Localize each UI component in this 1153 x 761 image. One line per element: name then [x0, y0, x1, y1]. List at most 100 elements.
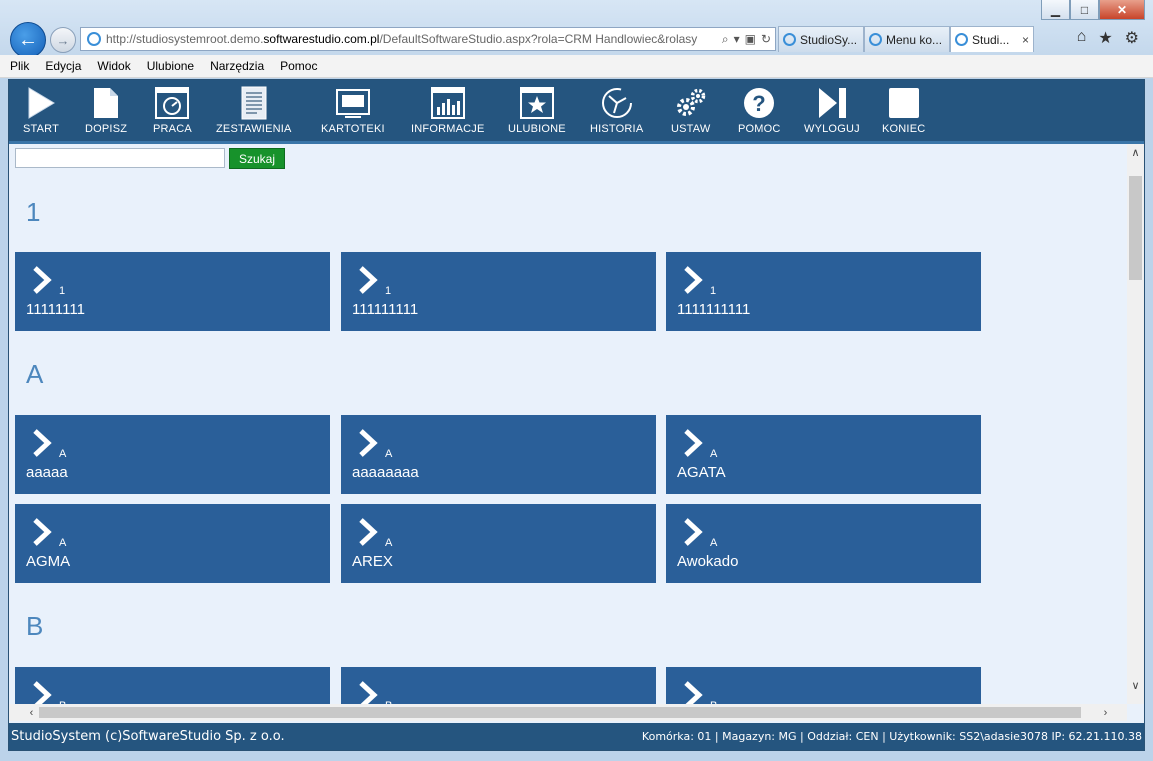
menu-edycja[interactable]: Edycja	[45, 59, 81, 73]
refresh-icon[interactable]: ↻	[761, 32, 771, 47]
skip-icon	[815, 86, 849, 120]
gears-icon	[674, 86, 708, 120]
menu-narzedzia[interactable]: Narzędzia	[210, 59, 264, 73]
tile[interactable]: A AGATA	[666, 415, 981, 494]
minimize-button[interactable]: ▁	[1041, 0, 1070, 20]
arrow-left-icon: ←	[18, 28, 38, 51]
back-button[interactable]: ←	[10, 22, 46, 58]
toolbar-label: POMOC	[738, 123, 781, 135]
tile[interactable]: A AGMA	[15, 504, 330, 583]
menu-plik[interactable]: Plik	[10, 59, 29, 73]
play-icon	[24, 86, 58, 120]
toolbar-ulubione[interactable]: ULUBIONE	[508, 86, 566, 135]
search-input[interactable]	[15, 148, 225, 168]
browser-tab-active[interactable]: Studi... ×	[950, 26, 1034, 52]
maximize-button[interactable]: □	[1070, 0, 1099, 20]
toolbar-praca[interactable]: PRACA	[153, 86, 192, 135]
tile[interactable]: A Awokado	[666, 504, 981, 583]
menu-pomoc[interactable]: Pomoc	[280, 59, 317, 73]
toolbar-wyloguj[interactable]: WYLOGUJ	[804, 86, 860, 135]
menu-bar: Plik Edycja Widok Ulubione Narzędzia Pom…	[0, 55, 1153, 78]
chevron-right-icon	[359, 266, 378, 294]
tile-letter: A	[710, 537, 718, 549]
tile-letter: A	[59, 537, 67, 549]
horizontal-scrollbar[interactable]: ‹ ›	[9, 704, 1127, 721]
toolbar-kartoteki[interactable]: KARTOTEKI	[321, 86, 385, 135]
scroll-thumb[interactable]	[39, 707, 1081, 718]
tile[interactable]: B	[666, 667, 981, 704]
chevron-right-icon	[33, 266, 52, 294]
monitor-icon	[335, 86, 370, 120]
tile[interactable]: B	[341, 667, 656, 704]
browser-tab[interactable]: StudioSy...	[778, 26, 864, 52]
tile[interactable]: 1 11111111	[15, 252, 330, 331]
browser-tools: ⌂ ★ ⚙	[1077, 28, 1139, 48]
scroll-up-icon[interactable]: ∧	[1127, 144, 1144, 161]
tile-name: aaaaaaaa	[352, 464, 419, 481]
chevron-right-icon	[359, 429, 378, 457]
tile-letter: 1	[710, 285, 717, 297]
url-path: /DefaultSoftwareStudio.aspx?rola=CRM Han…	[379, 32, 698, 46]
vertical-scrollbar[interactable]: ∧ ∨	[1127, 144, 1144, 704]
menu-widok[interactable]: Widok	[97, 59, 130, 73]
home-icon[interactable]: ⌂	[1077, 28, 1087, 48]
menu-ulubione[interactable]: Ulubione	[147, 59, 194, 73]
search-icon[interactable]: ⌕	[722, 32, 729, 47]
tile-name: AGATA	[677, 464, 726, 481]
tile-letter: A	[59, 448, 67, 460]
url-text[interactable]: http://studiosystemroot.demo.softwarestu…	[106, 32, 718, 46]
browser-chrome: ▁ □ ✕ ← → http://studiosystemroot.demo.s…	[0, 0, 1153, 58]
tab-label: Studi...	[972, 32, 1010, 47]
tile-letter: 1	[385, 285, 392, 297]
close-window-button[interactable]: ✕	[1099, 0, 1145, 20]
toolbar-informacje[interactable]: INFORMACJE	[411, 86, 485, 135]
compat-icon[interactable]: ▣	[745, 32, 756, 47]
group-heading-1: 1	[26, 197, 41, 227]
tile[interactable]: A aaaaaaaa	[341, 415, 656, 494]
forward-button[interactable]: →	[50, 27, 76, 53]
search-button[interactable]: Szukaj	[229, 148, 285, 169]
tile-letter: A	[710, 448, 718, 460]
toolbar-label: START	[23, 123, 60, 135]
tab-label: StudioSy...	[800, 32, 858, 47]
toolbar-start[interactable]: START	[23, 86, 59, 135]
tile[interactable]: 1 111111111	[341, 252, 656, 331]
tile[interactable]: A aaaaa	[15, 415, 330, 494]
tile-name: 1111111111	[677, 301, 751, 318]
toolbar-ustaw[interactable]: USTAW	[671, 86, 711, 135]
square-icon	[887, 86, 921, 120]
toolbar-label: WYLOGUJ	[804, 123, 860, 135]
url-domain: softwarestudio.com.pl	[263, 32, 380, 46]
toolbar-koniec[interactable]: KONIEC	[882, 86, 925, 135]
arrow-right-icon: →	[56, 32, 70, 48]
close-tab-icon[interactable]: ×	[1016, 33, 1029, 47]
ie-icon	[869, 33, 882, 46]
help-icon: ?	[742, 86, 776, 120]
gauge-window-icon	[155, 86, 190, 120]
toolbar-label: KONIEC	[882, 123, 926, 135]
ie-icon	[783, 33, 796, 46]
tab-label: Menu ko...	[886, 32, 943, 47]
group-heading-b: B	[26, 611, 44, 641]
tile[interactable]: A AREX	[341, 504, 656, 583]
address-bar[interactable]: http://studiosystemroot.demo.softwarestu…	[80, 27, 776, 51]
toolbar-dopisz[interactable]: DOPISZ	[85, 86, 127, 135]
tile-name: AGMA	[26, 553, 71, 570]
scroll-left-icon[interactable]: ‹	[23, 704, 40, 721]
gear-icon[interactable]: ⚙	[1125, 28, 1139, 48]
toolbar-pomoc[interactable]: ? POMOC	[738, 86, 781, 135]
toolbar-historia[interactable]: HISTORIA	[590, 86, 643, 135]
scroll-down-icon[interactable]: ∨	[1127, 677, 1144, 694]
content-area: Szukaj 1 1 11111111 1 111111111 1 111111…	[9, 144, 1127, 704]
scroll-right-icon[interactable]: ›	[1097, 704, 1114, 721]
tile[interactable]: 1 1111111111	[666, 252, 981, 331]
app-frame: START DOPISZ PRACA ZESTAWIENIA KARTOTEKI…	[8, 79, 1145, 751]
toolbar-zestawienia[interactable]: ZESTAWIENIA	[216, 86, 292, 135]
browser-tab[interactable]: Menu ko...	[864, 26, 950, 52]
chevron-right-icon	[684, 681, 703, 704]
scroll-thumb[interactable]	[1129, 176, 1142, 280]
chevron-down-icon[interactable]: ▾	[734, 32, 740, 47]
star-icon[interactable]: ★	[1098, 28, 1112, 48]
tile[interactable]: B	[15, 667, 330, 704]
group-heading-a: A	[26, 359, 44, 389]
